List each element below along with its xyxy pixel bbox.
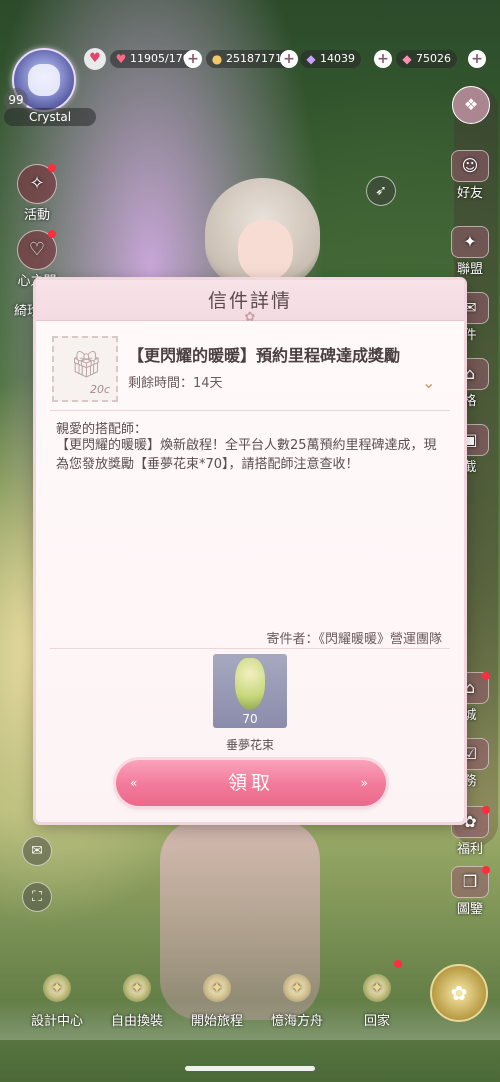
notification-dot [48, 164, 56, 172]
gift-icon: 🎁︎ [70, 350, 104, 380]
notification-dot [482, 672, 490, 680]
mail-sender: 寄件者：《閃耀暖暖》營運團隊 [266, 632, 442, 647]
arrow-right-icon: » [360, 776, 372, 790]
divider [50, 648, 450, 649]
stamina-value: 11905/170 [130, 52, 190, 65]
nav-label: 憶海方舟 [270, 1014, 323, 1029]
nav-home[interactable]: ✦ 回家 [342, 960, 412, 1029]
flower-ornament-icon: ✿ [244, 310, 256, 325]
notification-dot [394, 960, 402, 968]
friends-icon: ☺ [451, 150, 489, 182]
home-flower-button[interactable]: ✿ [430, 964, 488, 1022]
mail-subject: 【更閃耀的暖暖】預約里程碑達成獎勵 [128, 346, 401, 365]
gallery-label: 圖鑒 [456, 902, 483, 917]
divider [50, 410, 450, 411]
notification-dot [482, 806, 490, 814]
nav-design-center[interactable]: ✦ 設計中心 [22, 974, 92, 1029]
fullscreen-icon[interactable]: ⛶ [22, 882, 52, 912]
alliance-icon: ✦ [451, 226, 489, 258]
diamond-counter: ◆ 14039 [300, 50, 361, 68]
chevron-down-icon[interactable]: ⌄ [422, 375, 442, 391]
nav-memory-ark[interactable]: ✦ 憶海方舟 [262, 974, 332, 1029]
nav-free-dressup[interactable]: ✦ 自由換裝 [102, 974, 172, 1029]
claim-label: 領取 [227, 772, 274, 794]
add-gold-button[interactable]: + [280, 50, 298, 68]
mail-body: 【更閃耀的暖暖】煥新啟程！全平台人數25萬預約里程碑達成，現為您發放獎勵【垂夢花… [56, 438, 437, 472]
welfare-label: 福利 [456, 842, 483, 857]
menu-toggle-button[interactable]: ❖ [452, 86, 490, 124]
notification-dot [48, 230, 56, 238]
alliance-label: 聯盟 [456, 262, 483, 277]
reward-item[interactable]: 70 [213, 654, 287, 728]
diamond-value: 14039 [320, 52, 355, 65]
gallery-button[interactable]: ❒ 圖鑒 [448, 866, 492, 917]
unicorn-portrait-icon [28, 64, 60, 96]
chat-icon[interactable]: ✉ [22, 836, 52, 866]
pink-diamond-counter: ◆ 75026 [396, 50, 457, 68]
nav-label: 開始旅程 [190, 1014, 243, 1029]
stamina-counter: ♥ 11905/170 [110, 50, 196, 68]
nav-label: 設計中心 [30, 1014, 83, 1029]
alliance-button[interactable]: ✦ 聯盟 [448, 226, 492, 277]
pink-diamond-icon: ◆ [402, 52, 412, 66]
add-stamina-button[interactable]: + [184, 50, 202, 68]
heart-button[interactable]: ♥ [84, 48, 106, 70]
friends-label: 好友 [456, 186, 483, 201]
notification-dot [482, 866, 490, 874]
add-diamond-button[interactable]: + [374, 50, 392, 68]
stamp-price: 20c [89, 383, 110, 396]
arrow-left-icon: « [130, 776, 142, 790]
heart-icon: ♥ [115, 52, 127, 66]
cat-coin-icon: ● [211, 52, 223, 66]
sparkle-icon: ✦ [203, 974, 231, 1002]
sparkle-icon: ✦ [123, 974, 151, 1002]
mail-greeting: 親愛的搭配師： [56, 422, 148, 437]
player-name: Crystal [4, 108, 96, 126]
activities-button[interactable]: ✧ 活動 [14, 164, 60, 223]
mail-detail-dialog: 信件詳情 ✿ 🎁︎ 20c 【更閃耀的暖暖】預約里程碑達成獎勵 剩餘時間：14天… [36, 280, 464, 822]
sparkle-icon: ✦ [363, 974, 391, 1002]
reward-name: 垂夢花束 [225, 738, 274, 752]
activities-label: 活動 [23, 208, 50, 223]
nav-start-journey[interactable]: ✦ 開始旅程 [182, 974, 252, 1029]
dialog-title: 信件詳情 [207, 290, 292, 312]
nav-label: 回家 [363, 1014, 390, 1029]
friends-button[interactable]: ☺ 好友 [448, 150, 492, 201]
add-pink-diamond-button[interactable]: + [468, 50, 486, 68]
character-face [238, 220, 293, 280]
pink-diamond-value: 75026 [416, 52, 451, 65]
diamond-icon: ◆ [306, 52, 316, 66]
mail-stamp: 🎁︎ 20c [52, 336, 118, 402]
sparkle-icon: ✦ [43, 974, 71, 1002]
mail-remaining-time: 剩餘時間：14天 [128, 376, 223, 391]
home-indicator [185, 1066, 315, 1071]
bow-icon[interactable]: ➶ [366, 176, 396, 206]
sparkle-icon: ✦ [283, 974, 311, 1002]
nav-label: 自由換裝 [110, 1014, 163, 1029]
claim-button[interactable]: « 領取 » [116, 760, 386, 806]
flower-bouquet-icon [235, 658, 265, 710]
reward-quantity: 70 [242, 712, 258, 726]
